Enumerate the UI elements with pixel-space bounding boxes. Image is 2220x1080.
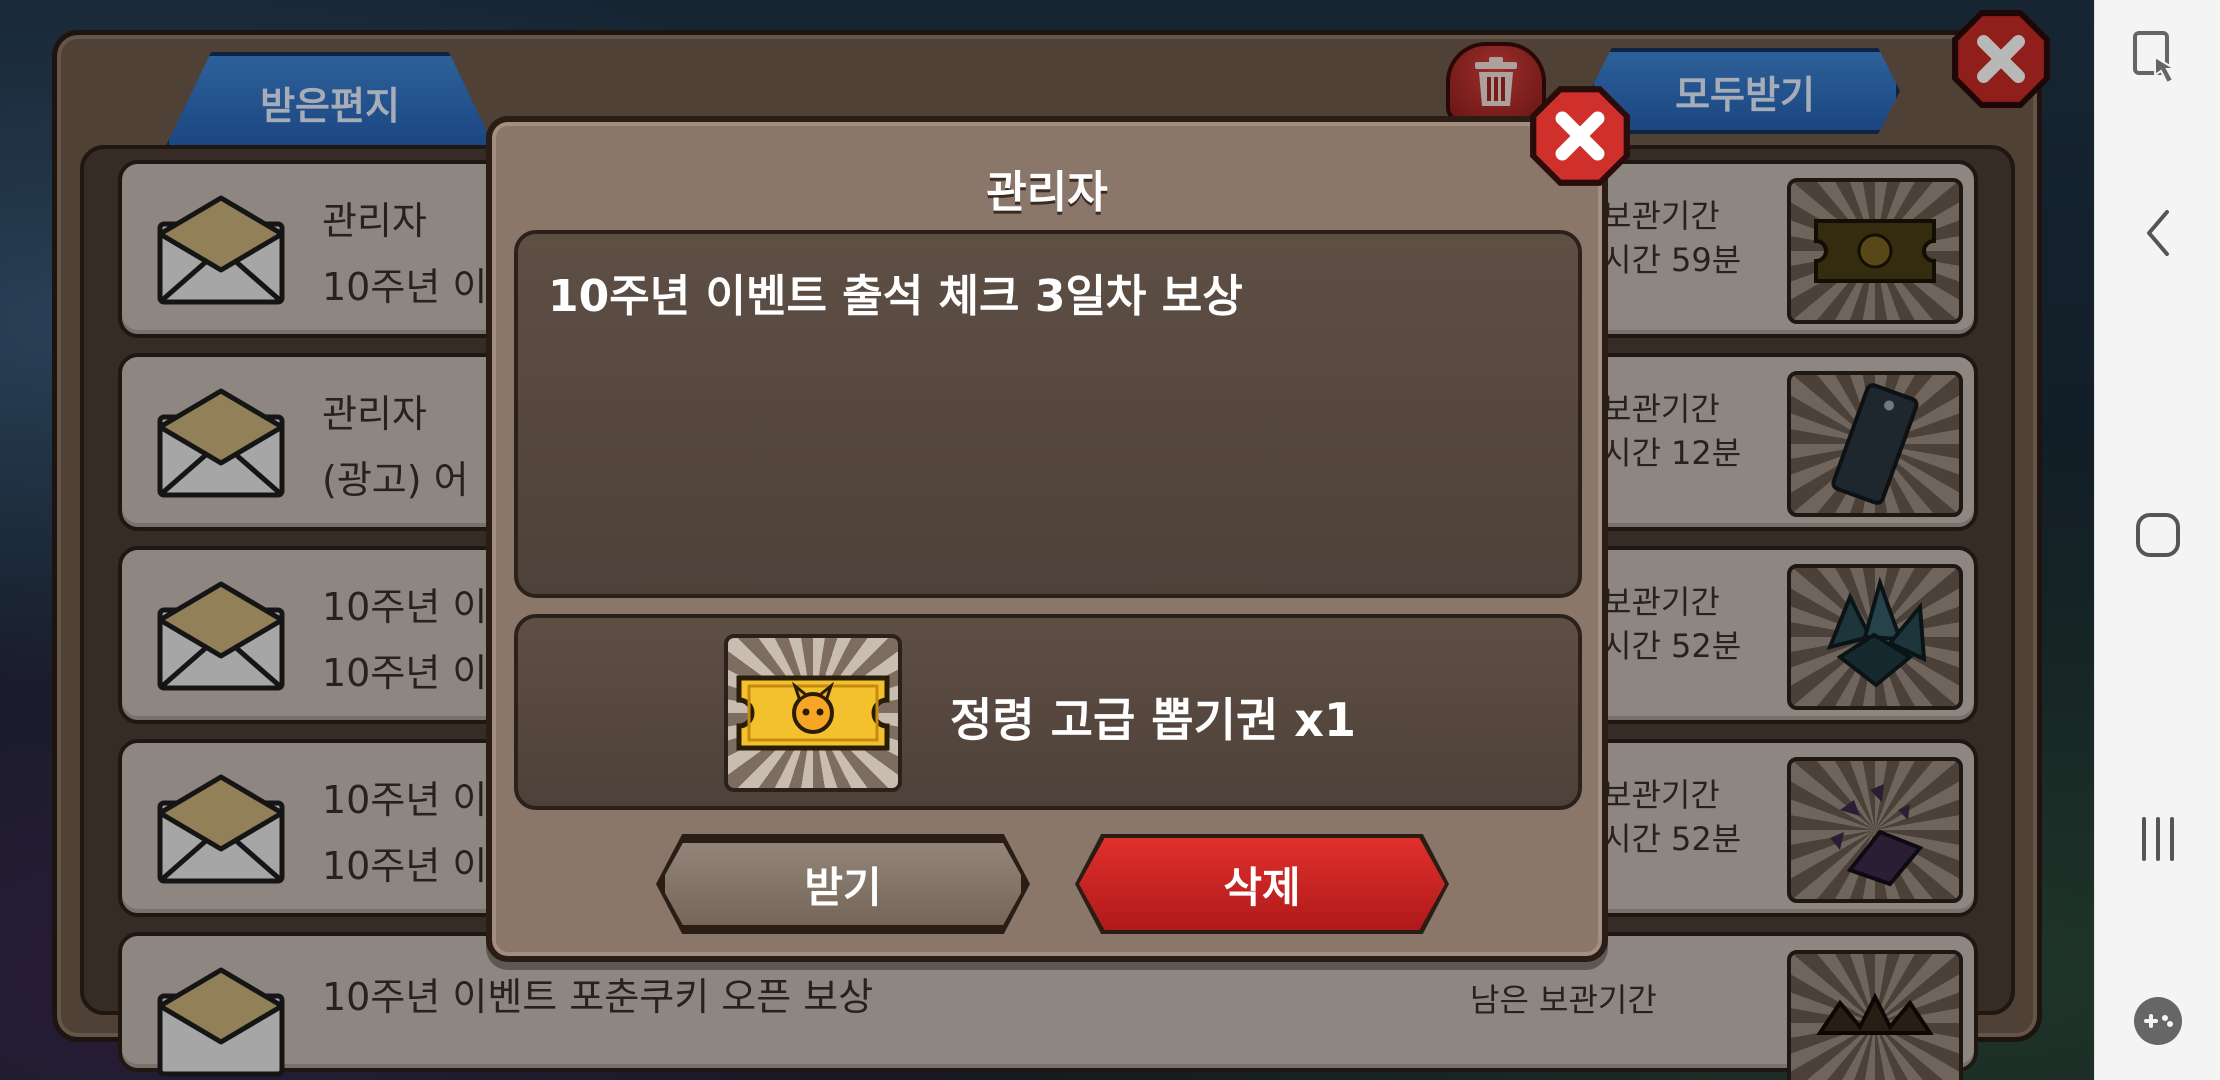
message-box: 10주년 이벤트 출석 체크 3일차 보상 xyxy=(514,230,1582,598)
touch-lock-icon xyxy=(2133,31,2179,85)
spirit-ticket-icon xyxy=(736,675,890,751)
message-text: 10주년 이벤트 출석 체크 3일차 보상 xyxy=(548,271,1243,322)
mail-detail-dialog: 관리자 10주년 이벤트 출석 체크 3일차 보상 정령 고급 뽑기권 x1 받… xyxy=(486,116,1608,962)
delete-button[interactable]: 삭제 xyxy=(1079,838,1445,930)
game-tools-button[interactable] xyxy=(2095,966,2220,1076)
touch-lock-button[interactable] xyxy=(2095,4,2220,114)
dialog-close-button[interactable] xyxy=(1528,84,1632,188)
dialog-title: 관리자 xyxy=(986,167,1108,218)
receive-button[interactable]: 받기 xyxy=(660,838,1026,930)
home-icon xyxy=(2136,513,2180,557)
system-nav-bar xyxy=(2094,0,2220,1080)
back-icon xyxy=(2147,210,2169,256)
recent-apps-icon xyxy=(2142,817,2174,861)
reward-box: 정령 고급 뽑기권 x1 xyxy=(514,614,1582,810)
recent-apps-button[interactable] xyxy=(2095,784,2220,894)
back-button[interactable] xyxy=(2095,178,2220,288)
gamepad-icon xyxy=(2134,997,2182,1045)
home-button[interactable] xyxy=(2095,480,2220,590)
reward-item-slot xyxy=(724,634,902,792)
reward-label: 정령 고급 뽑기권 x1 xyxy=(950,693,1356,747)
